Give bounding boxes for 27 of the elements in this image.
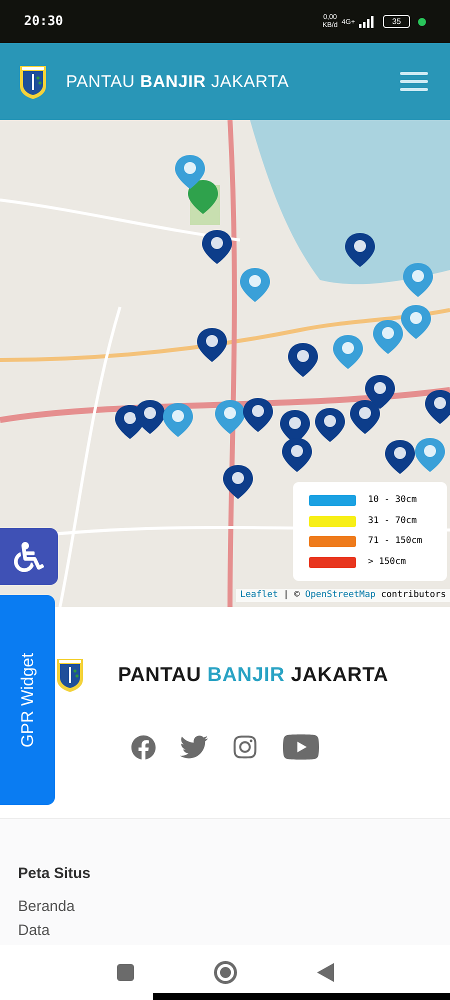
facebook-icon[interactable] [130,734,156,760]
widget-tab[interactable]: GPR Widget [0,595,55,805]
battery-indicator: 35 [383,15,410,28]
legend-label: 31 - 70cm [368,514,417,528]
leaflet-link[interactable]: Leaflet [240,590,278,600]
sitemap-link[interactable]: Beranda [18,898,75,916]
sitemap-heading: Peta Situs [18,864,92,884]
accessibility-button[interactable] [0,528,58,585]
instagram-icon[interactable] [232,734,258,760]
recents-icon[interactable] [116,964,134,981]
footer-emblem-icon [55,657,85,693]
wheelchair-icon [14,542,44,572]
home-icon[interactable] [214,961,236,984]
status-time: 20:30 [24,12,64,31]
footer-title: PANTAU BANJIR JAKARTA [118,663,389,688]
twitter-icon[interactable] [180,733,208,761]
site-title: PANTAU BANJIR JAKARTA [66,70,290,93]
map-attribution: Leaflet | © OpenStreetMap contributors [236,588,450,602]
legend-label: 10 - 30cm [368,494,417,507]
sitemap-link[interactable]: Data [18,922,50,940]
back-icon[interactable] [316,963,334,982]
map-drawing[interactable] [0,120,450,607]
signal-icon [359,16,376,28]
openstreetmap-link[interactable]: OpenStreetMap [305,590,376,600]
legend-label: 71 - 150cm [368,535,422,548]
legend-label: > 150cm [368,556,406,568]
emblem-icon [18,64,48,100]
